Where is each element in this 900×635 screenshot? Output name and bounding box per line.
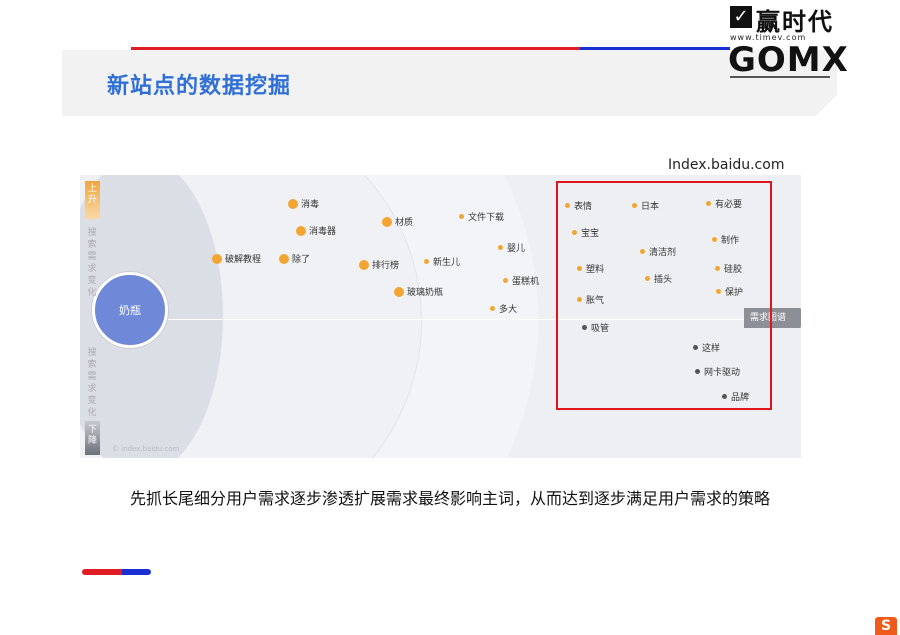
brand-logo: ✓ 赢时代 www.timev.com GOMX: [728, 2, 848, 80]
side-text-bottom: 搜索需求变化: [87, 348, 97, 418]
node-dot: [288, 198, 298, 209]
node-dot: [498, 245, 503, 250]
node-label: 玻璃奶瓶: [407, 288, 444, 298]
keyword-node: 材质: [382, 215, 413, 228]
node-label: 排行榜: [372, 261, 400, 271]
node-label: 破解教程: [225, 255, 262, 265]
keyword-node: 新生儿: [424, 255, 460, 268]
logo-check-icon: ✓: [730, 6, 752, 28]
keyword-node: 排行榜: [359, 258, 399, 271]
slide-title: 新站点的数据挖掘: [107, 74, 292, 99]
node-label: 文件下载: [468, 213, 505, 223]
keyword-node: 消毒: [288, 197, 319, 210]
bottom-accent-blue: [122, 569, 151, 575]
keyword-node: 消毒器: [296, 224, 336, 237]
node-dot: [490, 306, 495, 311]
slide-caption: 先抓长尾细分用户需求逐步渗透扩展需求最终影响主词，从而达到逐步满足用户需求的策略: [129, 489, 770, 508]
top-accent-line-red: [131, 47, 580, 50]
keyword-node: 文件下载: [459, 210, 504, 223]
bottom-accent-red: [82, 569, 122, 575]
keyword-node: 婴儿: [498, 241, 525, 254]
node-dot: [459, 214, 464, 219]
node-label: 除了: [292, 255, 311, 265]
logo-chinese-name: 赢时代: [756, 8, 834, 36]
node-label: 婴儿: [507, 244, 526, 254]
keyword-node: 除了: [279, 252, 310, 265]
node-dot: [394, 286, 404, 297]
keyword-node: 破解教程: [212, 252, 261, 265]
side-text-top: 搜索需求变化: [87, 228, 97, 298]
corner-logo-icon: S: [875, 617, 897, 635]
diagram-watermark: © index.baidu.com: [112, 445, 180, 453]
node-label: 多大: [499, 305, 518, 315]
node-label: 材质: [395, 218, 414, 228]
top-accent-line-blue: [580, 47, 730, 50]
node-dot: [382, 216, 392, 227]
falling-indicator: 下降: [85, 421, 100, 455]
node-dot: [359, 259, 369, 270]
rising-indicator: 上升: [85, 181, 100, 219]
highlight-box: [556, 181, 772, 410]
node-dot: [296, 225, 306, 236]
node-label: 新生儿: [433, 258, 461, 268]
keyword-node: 蛋糕机: [503, 274, 539, 287]
center-keyword: 奶瓶: [92, 272, 168, 348]
node-dot: [212, 253, 222, 264]
source-label: Index.baidu.com: [668, 157, 785, 173]
node-dot: [503, 278, 508, 283]
node-label: 蛋糕机: [512, 277, 540, 287]
node-dot: [424, 259, 429, 264]
node-label: 消毒: [301, 200, 320, 210]
keyword-node: 多大: [490, 302, 517, 315]
logo-underline: [730, 76, 830, 78]
logo-english-name: GOMX: [728, 40, 849, 80]
node-label: 消毒器: [309, 227, 337, 237]
node-dot: [279, 253, 289, 264]
keyword-node: 玻璃奶瓶: [394, 285, 443, 298]
